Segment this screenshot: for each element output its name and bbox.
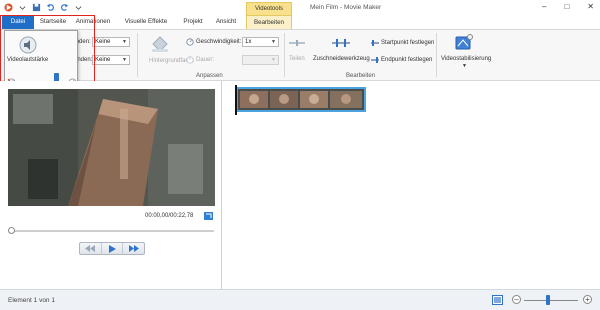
play-button[interactable]	[102, 243, 124, 254]
thumbnail-size-icon[interactable]	[492, 295, 503, 305]
chevron-down-icon: ▼	[122, 39, 127, 45]
maximize-button[interactable]: □	[564, 2, 569, 12]
close-button[interactable]: ✕	[587, 2, 594, 12]
seek-bar[interactable]	[9, 230, 214, 232]
speed-icon	[186, 38, 194, 46]
video-stabilization-button[interactable]: Videostabilisierung	[441, 56, 491, 62]
quick-access-toolbar	[4, 3, 83, 12]
undo-icon[interactable]	[46, 3, 55, 12]
storyboard	[223, 81, 600, 289]
preview-pane: 00:00,00/00:22,78	[0, 81, 222, 289]
split-button[interactable]: Teilen	[289, 56, 305, 62]
duration-label: Dauer:	[196, 57, 215, 63]
zoom-in-button[interactable]: +	[583, 295, 592, 304]
fade-out-dropdown[interactable]: Keine ▼	[92, 55, 130, 65]
group-separator	[137, 33, 138, 77]
video-stabilization-icon[interactable]	[455, 34, 473, 51]
tab-edit[interactable]: Bearbeiten	[246, 15, 292, 29]
tab-view[interactable]: Ansicht	[211, 15, 241, 29]
set-end-button[interactable]: Endpunkt festlegen	[381, 57, 432, 63]
play-icon	[108, 244, 116, 253]
set-end-icon	[371, 57, 379, 63]
chevron-down-icon: ▼	[271, 57, 276, 63]
duration-field: ▼	[242, 55, 279, 65]
playhead[interactable]	[235, 85, 237, 115]
speed-value: 1x	[245, 39, 252, 45]
trim-tool-icon[interactable]	[332, 39, 350, 47]
fade-in-dropdown[interactable]: Keine ▼	[92, 37, 130, 47]
ribbon: Einblenden: Keine ▼ Ausblenden: Keine ▼ …	[0, 29, 600, 81]
status-bar: Element 1 von 1 – +	[0, 289, 600, 310]
zoom-out-button[interactable]: –	[512, 295, 521, 304]
tab-home[interactable]: Startseite	[36, 15, 70, 29]
window-controls: – □ ✕	[542, 2, 594, 12]
edit-group-label: Bearbeiten	[346, 73, 376, 79]
speed-dropdown[interactable]: 1x ▼	[242, 37, 279, 47]
clip-thumbnails	[238, 89, 364, 110]
video-preview	[8, 89, 215, 206]
video-clip[interactable]	[236, 87, 366, 112]
timecode-display: 00:00,00/00:22,78	[145, 213, 194, 219]
chevron-down-icon: ▼	[271, 39, 276, 45]
set-start-icon	[371, 40, 379, 46]
fade-out-value: Keine	[95, 57, 111, 63]
zoom-slider-track[interactable]	[524, 300, 578, 301]
speed-label: Geschwindigkeit:	[196, 39, 242, 45]
duration-icon	[186, 56, 194, 64]
zoom-slider-thumb[interactable]	[546, 295, 551, 305]
app-logo-icon	[4, 3, 13, 12]
title-bar: Videotools Mein Film - Movie Maker – □ ✕	[0, 0, 600, 15]
chevron-down-icon: ▼	[122, 57, 127, 63]
save-icon[interactable]	[32, 3, 41, 12]
menu-dropdown-icon[interactable]	[18, 3, 27, 12]
group-separator	[284, 33, 285, 77]
previous-frame-icon	[85, 245, 96, 252]
tab-animations[interactable]: Animationen	[72, 15, 114, 29]
next-frame-icon	[128, 245, 139, 252]
player-controls	[79, 242, 145, 255]
chevron-down-icon[interactable]: ▼	[462, 63, 467, 69]
fullscreen-icon[interactable]	[204, 212, 213, 220]
tab-file[interactable]: Datei	[2, 15, 34, 29]
background-color-icon[interactable]	[149, 35, 171, 53]
video-volume-label: Videolautstärke	[7, 57, 49, 63]
previous-frame-button[interactable]	[80, 243, 102, 254]
set-start-button[interactable]: Startpunkt festlegen	[381, 40, 434, 46]
customize-qat-icon[interactable]	[74, 3, 83, 12]
fade-in-value: Keine	[95, 39, 111, 45]
video-frame-image	[8, 89, 215, 206]
redo-icon[interactable]	[60, 3, 69, 12]
next-frame-button[interactable]	[123, 243, 144, 254]
tab-project[interactable]: Projekt	[178, 15, 208, 29]
tab-visual-effects[interactable]: Visuelle Effekte	[118, 15, 174, 29]
adjust-group-label: Anpassen	[196, 73, 223, 79]
minimize-button[interactable]: –	[542, 2, 546, 12]
ribbon-tabs: Datei Startseite Animationen Visuelle Ef…	[0, 15, 600, 29]
trim-tool-button[interactable]: Zuschneidewerkzeug	[313, 56, 370, 62]
group-separator	[436, 33, 437, 77]
seek-thumb[interactable]	[8, 227, 15, 234]
split-icon[interactable]	[289, 40, 305, 46]
status-text: Element 1 von 1	[8, 297, 55, 304]
contextual-group-label: Videotools	[246, 2, 292, 15]
speaker-icon	[19, 36, 37, 54]
window-title: Mein Film - Movie Maker	[310, 4, 382, 11]
